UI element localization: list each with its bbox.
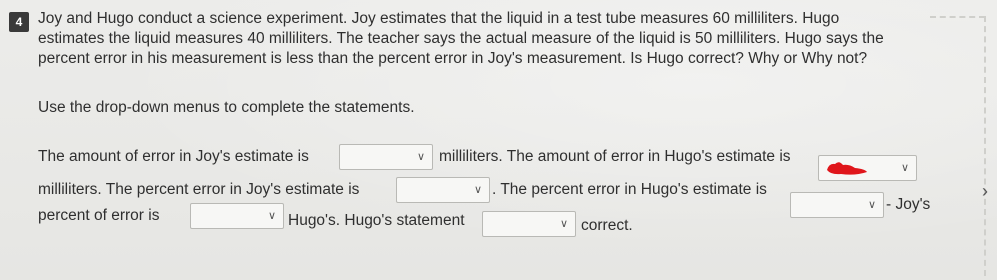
joy-error-dropdown[interactable]: ∨ (339, 144, 433, 170)
red-highlight-mark (825, 160, 869, 176)
chevron-down-icon: ∨ (267, 210, 276, 222)
question-line-1: Joy and Hugo conduct a science experimen… (38, 10, 840, 27)
chevron-down-icon: ∨ (900, 162, 909, 174)
statement-1-end: milliliters. The amount of error in Hugo… (439, 148, 791, 165)
question-line-3: percent error in his measurement is less… (38, 50, 868, 67)
statement-2-mid: . The percent error in Hugo's estimate i… (492, 181, 767, 198)
comparison-dropdown[interactable]: ∨ (190, 203, 284, 229)
dashed-border-top (930, 16, 985, 18)
statement-2-end: - Joy's (886, 196, 931, 213)
chevron-down-icon: ∨ (867, 199, 876, 211)
hugo-percent-dropdown[interactable]: ∨ (790, 192, 884, 218)
statement-3-start: percent of error is (38, 207, 160, 224)
instructions: Use the drop-down menus to complete the … (38, 99, 415, 116)
chevron-down-icon: ∨ (416, 151, 425, 163)
question-number: 4 (9, 12, 29, 32)
joy-percent-dropdown[interactable]: ∨ (396, 177, 490, 203)
statement-3-mid: Hugo's. Hugo's statement (288, 212, 465, 229)
statement-2-start: milliliters. The percent error in Joy's … (38, 181, 360, 198)
statement-truth-dropdown[interactable]: ∨ (482, 211, 576, 237)
statement-3-end: correct. (581, 217, 633, 234)
statement-1-start: The amount of error in Joy's estimate is (38, 148, 309, 165)
chevron-down-icon: ∨ (473, 184, 482, 196)
chevron-right-icon[interactable]: › (982, 181, 988, 202)
dashed-border-right (984, 16, 986, 276)
chevron-down-icon: ∨ (559, 218, 568, 230)
hugo-error-dropdown[interactable]: ∨ (818, 155, 917, 181)
question-line-2: estimates the liquid measures 40 millili… (38, 30, 884, 47)
